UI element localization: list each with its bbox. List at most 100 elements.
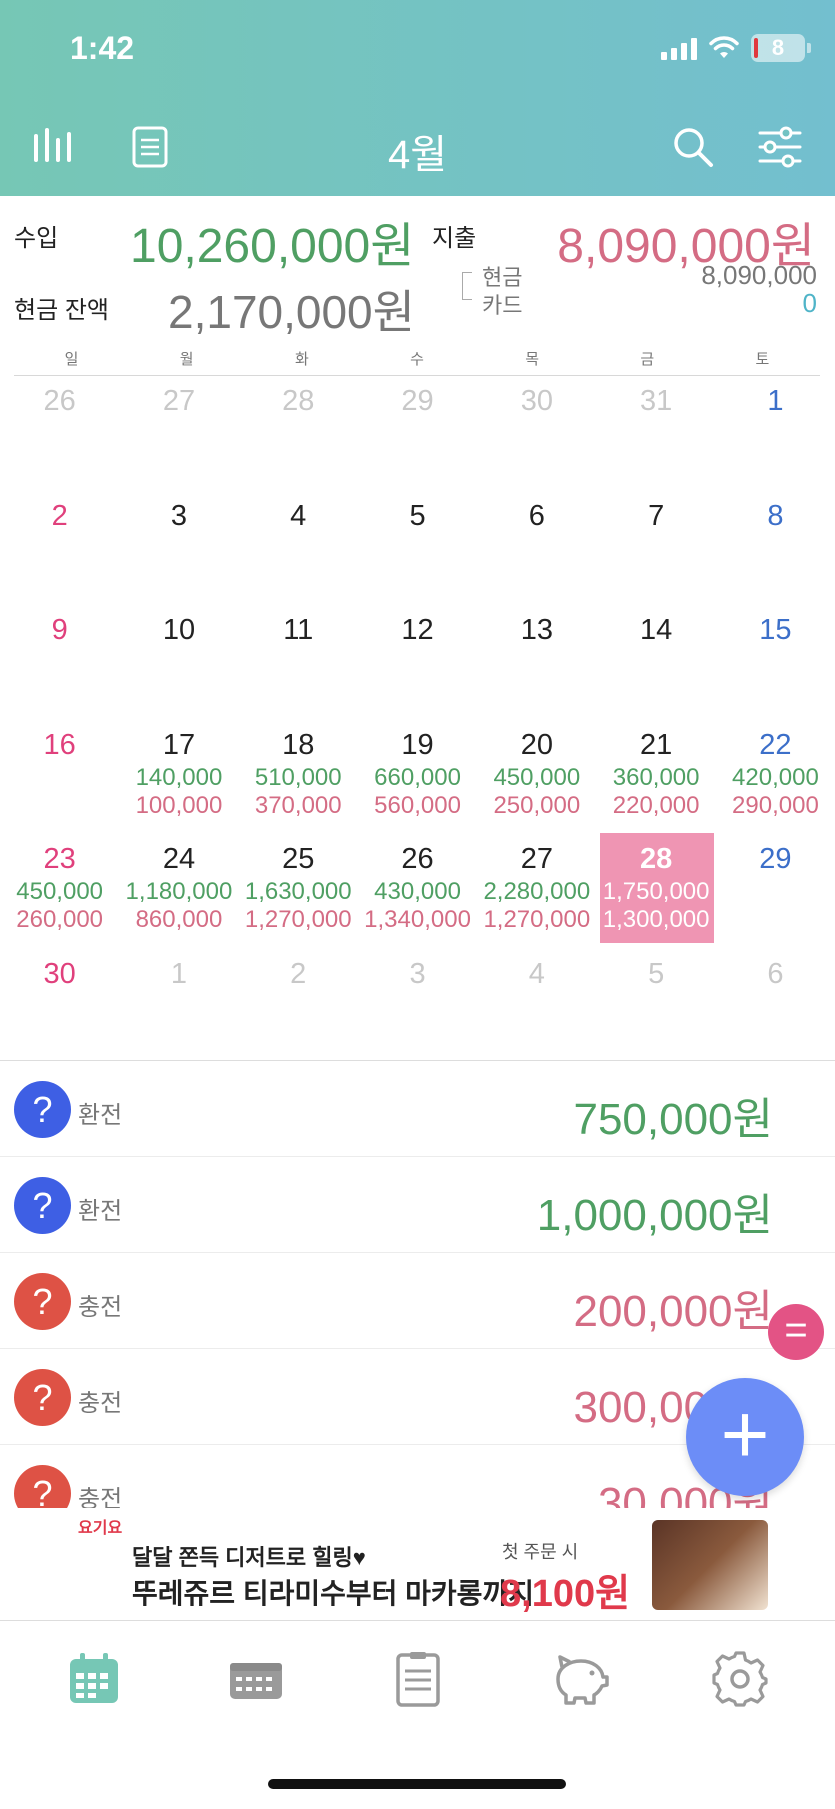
day-expense: 560,000 [374,791,461,819]
day-number: 5 [409,499,426,532]
calendar-day-cell[interactable]: 17 140,000 100,000 [119,719,238,834]
calendar-day-cell[interactable]: 4 [239,490,358,605]
day-number: 23 [43,843,76,876]
calendar-day-cell[interactable]: 9 [0,604,119,719]
calendar-day-cell[interactable]: 27 2,280,000 1,270,000 [477,833,596,948]
calendar-day-cell[interactable]: 2 [0,490,119,605]
day-number: 25 [282,843,315,876]
calendar-day-cell[interactable]: 6 [716,948,835,1063]
transaction-category: 충전 [78,1294,123,1321]
day-number: 6 [767,957,784,990]
day-income: 420,000 [732,763,819,791]
calendar-day-cell[interactable]: 30 [0,948,119,1063]
weekday-label: 일 [64,351,79,368]
day-number: 30 [520,385,553,417]
day-number: 2 [290,957,307,990]
calendar-day-cell[interactable]: 3 [119,490,238,605]
calendar-grid-icon[interactable] [64,1649,124,1709]
day-number: 4 [528,957,545,990]
day-number: 15 [759,614,792,647]
transaction-amount: 750,000원 [573,1095,773,1144]
day-number: 2 [51,499,68,532]
day-expense: 290,000 [732,791,819,819]
calendar-day-cell[interactable]: 8 [716,490,835,605]
card-label: 카드 [482,293,523,318]
calendar-day-cell[interactable]: 28 [239,375,358,490]
day-expense: 220,000 [612,791,700,819]
calendar-day-cell[interactable]: 30 [477,375,596,490]
calendar-day-cell[interactable]: 29 [358,375,477,490]
filter-settings-icon[interactable] [756,124,806,174]
day-expense: 370,000 [254,791,342,819]
calendar-day-cell[interactable]: 29 [716,833,835,948]
calendar-day-cell[interactable]: 21 360,000 220,000 [596,719,715,834]
calendar-day-cell[interactable]: 11 [239,604,358,719]
home-indicator [268,1779,566,1789]
calendar-day-cell[interactable]: 28 1,750,000 1,300,000 [596,833,715,948]
ad-first-order: 첫 주문 시 [502,1542,579,1562]
status-icons: 8 [661,34,811,62]
calendar-day-cell[interactable]: 7 [596,490,715,605]
search-icon[interactable] [670,124,720,174]
notes-icon[interactable] [388,1649,448,1709]
calendar-day-cell[interactable]: 18 510,000 370,000 [239,719,358,834]
calendar-day-cell[interactable]: 14 [596,604,715,719]
day-number: 1 [170,957,188,990]
ad-image [652,1520,768,1610]
day-number: 30 [43,957,76,990]
calendar-day-cell[interactable]: 3 [358,948,477,1063]
calendar-day-cell[interactable]: 24 1,180,000 860,000 [119,833,238,948]
calendar-day-cell[interactable]: 5 [596,948,715,1063]
calendar-day-cell[interactable]: 1 [716,375,835,490]
calendar-day-cell[interactable]: 22 420,000 290,000 [716,719,835,834]
unknown-category-icon: ? [14,1465,71,1508]
piggy-bank-icon[interactable] [548,1649,609,1709]
calendar-day-cell[interactable]: 4 [477,948,596,1063]
day-number: 16 [43,728,76,761]
day-number: 28 [282,385,315,417]
calendar-day-cell[interactable]: 2 [239,948,358,1063]
day-number: 27 [162,385,196,417]
ad-banner[interactable]: 요기요 달달 쫀득 디저트로 힐링♥ 뚜레쥬르 티라미수부터 마카롱까지 첫 주… [68,1512,768,1616]
day-number: 8 [767,499,784,532]
calendar-day-cell[interactable]: 20 450,000 250,000 [477,719,596,834]
calendar-day-cell[interactable]: 10 [119,604,238,719]
transaction-row[interactable]: ? 환전 1,000,000원 [0,1157,835,1253]
calendar-day-cell[interactable]: 1 [119,948,238,1063]
gear-icon[interactable] [710,1649,770,1709]
calendar-day-cell[interactable]: 27 [119,375,238,490]
day-number: 21 [640,728,673,761]
day-number: 12 [401,614,434,647]
calendar-grid: 26 27 28 29 30 31 1 2 3 4 5 6 7 8 9 10 11 12 13 14 15 16 17 140… [0,375,835,1063]
day-number: 13 [520,614,553,647]
day-number: 11 [283,614,314,647]
transaction-category: 충전 [78,1486,123,1508]
calendar-day-cell[interactable]: 19 660,000 560,000 [358,719,477,834]
calendar-day-cell[interactable]: 5 [358,490,477,605]
weekly-calendar-icon[interactable] [226,1649,286,1709]
calendar-day-cell[interactable]: 26 [0,375,119,490]
calendar-day-cell[interactable]: 6 [477,490,596,605]
ad-headline: 달달 쫀득 디저트로 힐링♥ [132,1545,366,1570]
calendar-day-cell[interactable]: 31 [596,375,715,490]
calendar-day-cell[interactable]: 26 430,000 1,340,000 [358,833,477,948]
calendar-day-cell[interactable]: 25 1,630,000 1,270,000 [239,833,358,948]
summary-toggle-button[interactable]: = [768,1304,824,1360]
day-income: 140,000 [135,763,223,791]
calendar-day-cell[interactable]: 13 [477,604,596,719]
calendar-day-cell[interactable]: 12 [358,604,477,719]
card-expense-value: 0 [802,288,817,318]
transaction-row[interactable]: ? 환전 750,000원 [0,1061,835,1157]
calendar-day-cell[interactable]: 15 [716,604,835,719]
day-number: 14 [640,614,673,647]
day-income: 450,000 [493,763,581,791]
day-number: 28 [640,843,673,876]
day-number: 7 [648,499,665,532]
transaction-category: 충전 [78,1390,123,1417]
calendar-day-cell[interactable]: 23 450,000 260,000 [0,833,119,948]
calendar-day-cell[interactable]: 16 [0,719,119,834]
add-transaction-button[interactable]: + [686,1378,804,1496]
day-expense: 260,000 [16,906,104,934]
day-income: 1,750,000 [602,878,710,906]
transaction-row[interactable]: ? 충전 200,000원 [0,1253,835,1349]
